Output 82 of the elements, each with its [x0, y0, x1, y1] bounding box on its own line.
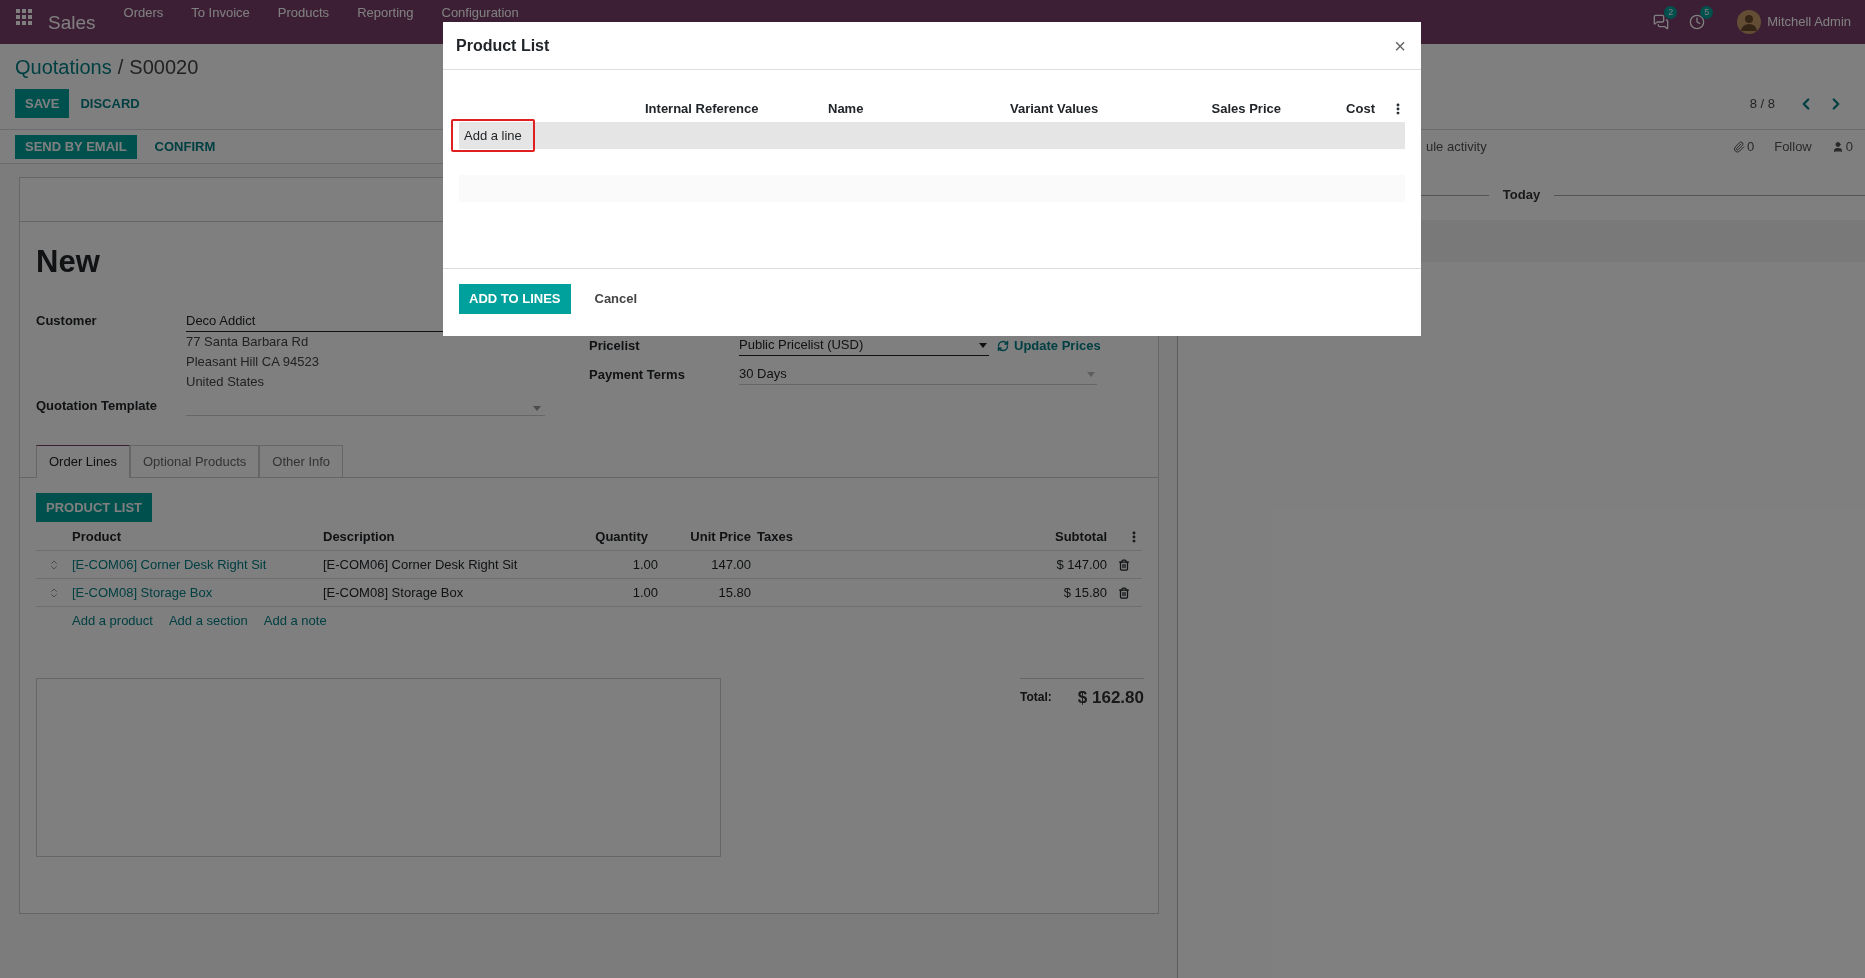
column-header: Name [828, 100, 865, 119]
menu-item[interactable]: Configuration [427, 5, 533, 20]
add-link[interactable]: Add a section [168, 611, 248, 631]
field-label: Customer [36, 312, 98, 330]
caret-icon [1087, 371, 1095, 377]
column-header: Unit Price [689, 527, 751, 546]
tab[interactable]: Other Info [259, 445, 344, 477]
product-link[interactable]: [E-COM06] Corner Desk Right Sit [72, 554, 323, 575]
table-cell-text: 1.00 [631, 583, 658, 602]
field-label: Quotation Template [36, 397, 159, 415]
delete-icon[interactable] [1118, 586, 1130, 599]
address-line: 77 Santa Barbara Rd [186, 333, 310, 351]
secondary-button[interactable]: DISCARD [70, 89, 150, 118]
update-prices-link[interactable]: Update Prices [1014, 335, 1101, 356]
menu-item[interactable]: Orders [109, 5, 178, 20]
breadcrumb-separator: / [117, 55, 124, 80]
caret-icon [979, 342, 987, 348]
product-link[interactable]: [E-COM08] Storage Box [72, 582, 323, 603]
paperclip-icon[interactable] [1732, 141, 1745, 153]
table-cell-text: 147.00 [710, 555, 751, 574]
primary-button[interactable]: SAVE [15, 89, 70, 118]
field-label: Payment Terms [589, 365, 686, 384]
close-button[interactable]: × [1394, 30, 1406, 61]
column-header: Description [323, 527, 396, 546]
column-header: Product [72, 527, 123, 546]
apps-menu-icon[interactable] [16, 9, 32, 25]
breadcrumb-current: S00020 [129, 55, 199, 80]
avatar[interactable] [1737, 10, 1762, 34]
date-divider-label: Today [1501, 186, 1542, 205]
payment-terms-field[interactable]: 30 Days [739, 364, 1097, 385]
menu-item[interactable]: Products [263, 5, 344, 20]
refresh-icon [997, 339, 1009, 352]
add-link[interactable]: Add a note [263, 611, 327, 631]
delete-icon[interactable] [1118, 558, 1130, 571]
record-title: New [36, 243, 101, 281]
column-header: Sales Price [1210, 100, 1281, 119]
tab[interactable]: Order Lines [36, 445, 130, 478]
cancel-button[interactable]: Cancel [584, 284, 648, 314]
column-header: Cost [1345, 100, 1375, 119]
attachment-count[interactable]: 0 [1746, 137, 1755, 157]
column-header: Quantity [594, 527, 649, 546]
table-cell-text: [E-COM08] Storage Box [323, 583, 465, 602]
dialog-title: Product List [456, 35, 550, 56]
table-cell-text: $ 15.80 [1062, 583, 1107, 602]
total-amount: $ 162.80 [1077, 687, 1144, 709]
follower-count[interactable]: 0 [1845, 137, 1853, 157]
table-cell-text: $ 147.00 [1055, 555, 1107, 574]
app-name[interactable]: Sales [48, 9, 96, 38]
clock-icon[interactable] [1689, 14, 1706, 30]
add-line-link[interactable]: Add a line [451, 119, 535, 152]
table-cell-text: 1.00 [631, 555, 658, 574]
total-label: Total: [1020, 689, 1052, 706]
menu-item[interactable]: Reporting [343, 5, 428, 20]
primary-button[interactable]: SEND BY EMAIL [15, 134, 137, 159]
field-label: Pricelist [589, 336, 641, 355]
column-header: Taxes [756, 527, 794, 546]
count-badge: 2 [1664, 6, 1678, 19]
schedule-activity-link[interactable]: ule activity [1426, 137, 1487, 157]
user-icon[interactable] [1831, 141, 1844, 153]
breadcrumb-link[interactable]: Quotations [15, 52, 112, 82]
add-link[interactable]: Add a product [72, 611, 153, 631]
tab[interactable]: Optional Products [129, 445, 260, 477]
drag-handle-icon[interactable] [48, 558, 60, 571]
follow-button[interactable]: Follow [1774, 137, 1812, 157]
table-cell-text: [E-COM06] Corner Desk Right Sit [323, 555, 519, 574]
column-header: Internal Reference [645, 100, 760, 119]
address-line: Pleasant Hill CA 94523 [186, 353, 320, 371]
column-header: Variant Values [1010, 100, 1100, 119]
chat-icon[interactable] [1653, 14, 1670, 30]
address-line: United States [186, 373, 266, 391]
table-cell-text: 15.80 [717, 583, 751, 602]
menu-item[interactable]: To Invoice [177, 5, 264, 20]
drag-handle-icon[interactable] [48, 586, 60, 599]
user-name[interactable]: Mitchell Admin [1767, 12, 1851, 32]
secondary-button[interactable]: CONFIRM [144, 134, 226, 159]
terms-note-field[interactable] [36, 678, 721, 857]
column-header: Subtotal [1054, 527, 1107, 546]
count-badge: 5 [1700, 6, 1714, 19]
product-list-button[interactable]: PRODUCT LIST [36, 493, 153, 522]
caret-icon [533, 406, 541, 411]
add-to-lines-button[interactable]: ADD TO LINES [459, 284, 571, 314]
pager-value: 8 / 8 [1749, 94, 1775, 113]
